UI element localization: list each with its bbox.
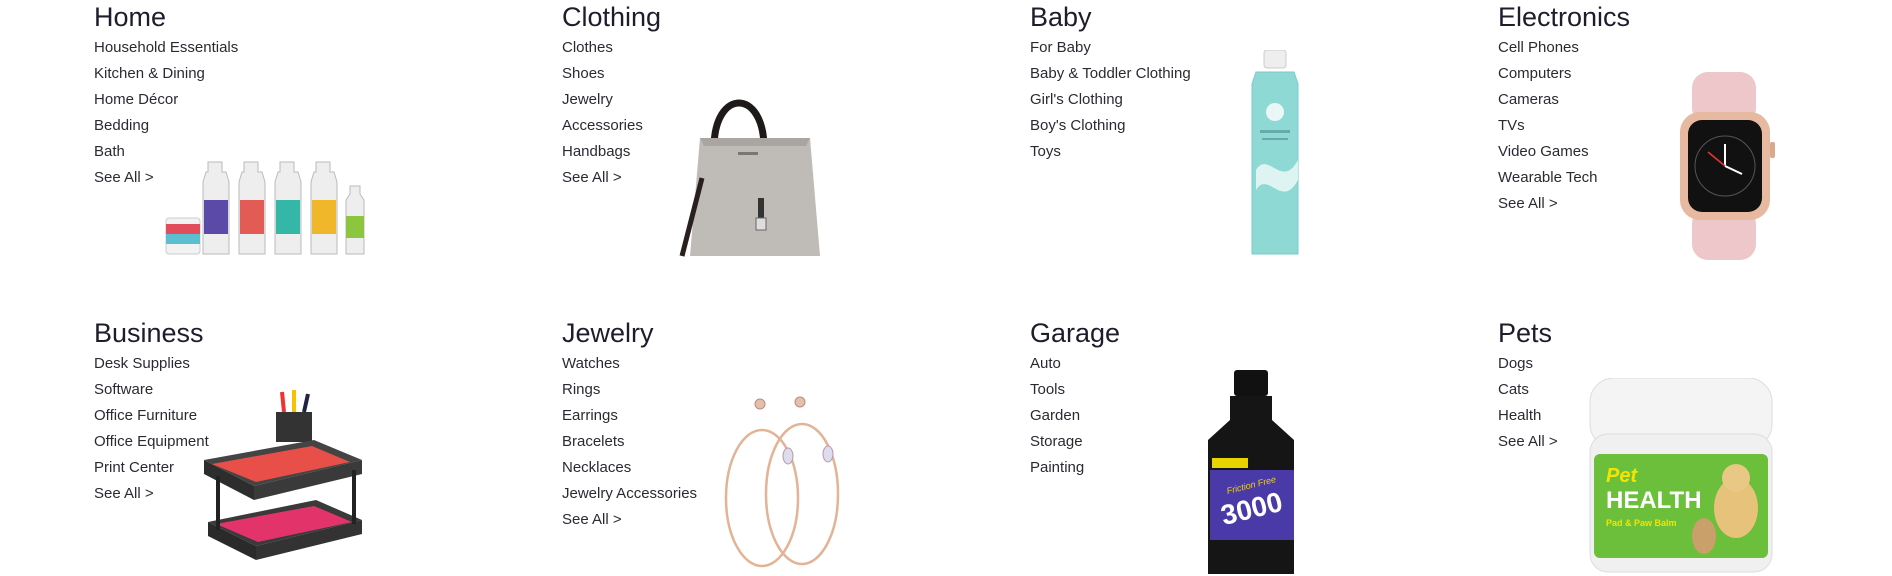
- see-all-business-link[interactable]: See All >: [94, 481, 209, 507]
- svg-text:HEALTH: HEALTH: [1606, 487, 1702, 514]
- category-jewelry: Jewelry Watches Rings Earrings Bracelets…: [562, 318, 1002, 576]
- link-dogs[interactable]: Dogs: [1498, 351, 1558, 377]
- category-garage: Garage Auto Tools Garden Storage Paintin…: [1030, 318, 1470, 576]
- lotion-bottle-icon[interactable]: [1248, 50, 1302, 258]
- category-clothing: Clothing Clothes Shoes Jewelry Accessori…: [562, 2, 1002, 262]
- link-accessories[interactable]: Accessories: [562, 113, 643, 139]
- category-pets: Pets Dogs Cats Health See All > Pet HEAL…: [1498, 318, 1892, 576]
- category-grid: Home Household Essentials Kitchen & Dini…: [0, 0, 1892, 576]
- link-video-games[interactable]: Video Games: [1498, 139, 1598, 165]
- link-print-center[interactable]: Print Center: [94, 455, 209, 481]
- link-cameras[interactable]: Cameras: [1498, 87, 1598, 113]
- link-toys[interactable]: Toys: [1030, 139, 1191, 165]
- category-links-electronics: Cell Phones Computers Cameras TVs Video …: [1498, 35, 1598, 217]
- link-cell-phones[interactable]: Cell Phones: [1498, 35, 1598, 61]
- category-title-home[interactable]: Home: [94, 2, 166, 32]
- link-baby-toddler-clothing[interactable]: Baby & Toddler Clothing: [1030, 61, 1191, 87]
- category-links-business: Desk Supplies Software Office Furniture …: [94, 351, 209, 507]
- link-computers[interactable]: Computers: [1498, 61, 1598, 87]
- link-bracelets[interactable]: Bracelets: [562, 429, 697, 455]
- pet-balm-jar-icon[interactable]: Pet HEALTH Pad & Paw Balm: [1586, 378, 1776, 576]
- category-title-clothing[interactable]: Clothing: [562, 2, 661, 32]
- desk-organizer-tray-icon[interactable]: [194, 390, 372, 576]
- link-home-decor[interactable]: Home Décor: [94, 87, 238, 113]
- link-earrings[interactable]: Earrings: [562, 403, 697, 429]
- category-links-garage: Auto Tools Garden Storage Painting: [1030, 351, 1084, 481]
- link-wearable-tech[interactable]: Wearable Tech: [1498, 165, 1598, 191]
- see-all-clothing-link[interactable]: See All >: [562, 165, 643, 191]
- link-jewelry-accessories[interactable]: Jewelry Accessories: [562, 481, 697, 507]
- category-business: Business Desk Supplies Software Office F…: [94, 318, 534, 576]
- category-electronics: Electronics Cell Phones Computers Camera…: [1498, 2, 1892, 262]
- svg-text:Pet: Pet: [1606, 465, 1638, 487]
- see-all-electronics-link[interactable]: See All >: [1498, 191, 1598, 217]
- link-storage[interactable]: Storage: [1030, 429, 1084, 455]
- link-kitchen-dining[interactable]: Kitchen & Dining: [94, 61, 238, 87]
- see-all-pets-link[interactable]: See All >: [1498, 429, 1558, 455]
- link-office-equipment[interactable]: Office Equipment: [94, 429, 209, 455]
- handbag-icon[interactable]: [652, 78, 842, 258]
- link-shoes[interactable]: Shoes: [562, 61, 643, 87]
- link-painting[interactable]: Painting: [1030, 455, 1084, 481]
- see-all-jewelry-link[interactable]: See All >: [562, 507, 697, 533]
- link-cats[interactable]: Cats: [1498, 377, 1558, 403]
- smartwatch-icon[interactable]: [1670, 72, 1780, 260]
- link-for-baby[interactable]: For Baby: [1030, 35, 1191, 61]
- link-girls-clothing[interactable]: Girl's Clothing: [1030, 87, 1191, 113]
- fuel-additive-bottle-icon[interactable]: 3000 Friction Free: [1206, 370, 1298, 576]
- link-health[interactable]: Health: [1498, 403, 1558, 429]
- link-garden[interactable]: Garden: [1030, 403, 1084, 429]
- link-boys-clothing[interactable]: Boy's Clothing: [1030, 113, 1191, 139]
- link-software[interactable]: Software: [94, 377, 209, 403]
- category-title-baby[interactable]: Baby: [1030, 2, 1092, 32]
- hoop-earrings-icon[interactable]: [720, 394, 850, 570]
- category-title-garage[interactable]: Garage: [1030, 318, 1120, 348]
- svg-text:Pad & Paw Balm: Pad & Paw Balm: [1606, 518, 1677, 528]
- link-tools[interactable]: Tools: [1030, 377, 1084, 403]
- cleaning-spray-bottles-icon[interactable]: [164, 150, 374, 260]
- category-home: Home Household Essentials Kitchen & Dini…: [94, 2, 534, 262]
- link-clothes[interactable]: Clothes: [562, 35, 643, 61]
- link-tvs[interactable]: TVs: [1498, 113, 1598, 139]
- category-title-electronics[interactable]: Electronics: [1498, 2, 1630, 32]
- link-rings[interactable]: Rings: [562, 377, 697, 403]
- category-title-pets[interactable]: Pets: [1498, 318, 1552, 348]
- category-title-jewelry[interactable]: Jewelry: [562, 318, 654, 348]
- link-necklaces[interactable]: Necklaces: [562, 455, 697, 481]
- category-baby: Baby For Baby Baby & Toddler Clothing Gi…: [1030, 2, 1470, 262]
- link-handbags[interactable]: Handbags: [562, 139, 643, 165]
- category-links-pets: Dogs Cats Health See All >: [1498, 351, 1558, 455]
- link-bedding[interactable]: Bedding: [94, 113, 238, 139]
- category-title-business[interactable]: Business: [94, 318, 204, 348]
- link-office-furniture[interactable]: Office Furniture: [94, 403, 209, 429]
- category-links-baby: For Baby Baby & Toddler Clothing Girl's …: [1030, 35, 1191, 165]
- category-links-jewelry: Watches Rings Earrings Bracelets Necklac…: [562, 351, 697, 533]
- link-auto[interactable]: Auto: [1030, 351, 1084, 377]
- link-desk-supplies[interactable]: Desk Supplies: [94, 351, 209, 377]
- link-household-essentials[interactable]: Household Essentials: [94, 35, 238, 61]
- link-jewelry[interactable]: Jewelry: [562, 87, 643, 113]
- link-watches[interactable]: Watches: [562, 351, 697, 377]
- category-links-clothing: Clothes Shoes Jewelry Accessories Handba…: [562, 35, 643, 191]
